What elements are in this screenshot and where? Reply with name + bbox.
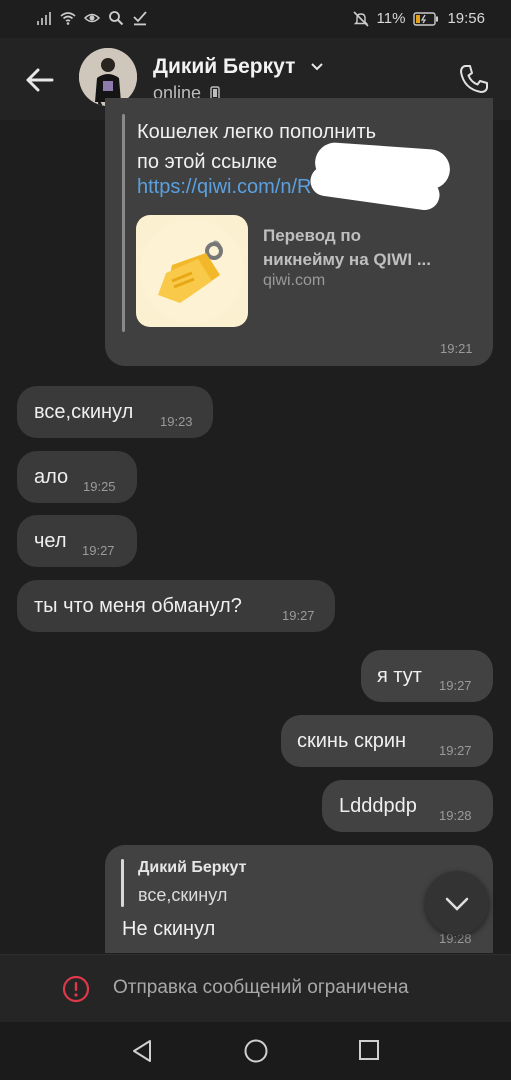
link-preview-image[interactable] (136, 215, 248, 327)
quote-bar (122, 114, 125, 332)
message-time: 19:27 (282, 608, 315, 623)
reply-quoted-text: все,скинул (138, 885, 228, 905)
signal-icon (37, 12, 51, 25)
incoming-message[interactable]: ты что меня обманул? 19:27 (17, 580, 335, 632)
scroll-to-bottom-button[interactable] (425, 871, 489, 935)
outgoing-message[interactable]: я тут 19:27 (361, 650, 493, 702)
message-text: чел (34, 530, 67, 552)
mute-icon (352, 10, 369, 27)
clock: 19:56 (447, 10, 485, 27)
tag-icon (140, 219, 244, 323)
message-text: скинь скрин (297, 730, 407, 752)
message-time: 19:21 (440, 341, 473, 356)
quote-bar (121, 859, 124, 907)
chevron-down-icon[interactable] (310, 62, 324, 72)
message-text: все,скинул (34, 401, 134, 423)
navigation-bar (0, 1022, 511, 1080)
message-time: 19:27 (439, 678, 472, 693)
reply-author: Дикий Беркут (138, 859, 247, 876)
wifi-icon (60, 12, 76, 25)
status-bar: 11% 19:56 (0, 0, 511, 38)
message-time: 19:25 (83, 479, 116, 494)
home-nav-icon[interactable] (243, 1038, 269, 1064)
message-time: 19:23 (160, 414, 193, 429)
message-time: 19:27 (439, 743, 472, 758)
message-text: ало (34, 466, 69, 488)
recents-nav-icon[interactable] (357, 1038, 381, 1062)
incoming-message[interactable]: чел 19:27 (17, 515, 137, 567)
message-text: я тут (377, 665, 422, 687)
battery-icon (413, 11, 439, 26)
download-done-icon (133, 11, 147, 26)
back-arrow-icon[interactable] (22, 62, 58, 98)
link-url[interactable]: https://qiwi.com/n/R (137, 176, 312, 199)
eye-icon (84, 13, 100, 23)
back-nav-icon[interactable] (130, 1038, 154, 1064)
search-icon (109, 11, 124, 26)
message-text: Ldddpdp (339, 795, 417, 817)
link-preview-title-line: Перевод по (263, 226, 362, 245)
chevron-down-icon (445, 897, 469, 911)
link-preview-domain: qiwi.com (263, 272, 326, 289)
battery-percent: 11% (376, 10, 406, 27)
warning-icon (62, 975, 90, 1003)
phone-call-icon[interactable] (457, 62, 491, 96)
message-text: Не скинул (122, 918, 216, 940)
incoming-message[interactable]: все,скинул 19:23 (17, 386, 213, 438)
outgoing-message[interactable]: Ldddpdp 19:28 (322, 780, 493, 832)
restriction-banner: Отправка сообщений ограничена (0, 954, 511, 1023)
link-message[interactable]: Кошелек легко пополнить по этой ссылке h… (105, 98, 493, 366)
link-preview-title-line: никнейму на QIWI ... (263, 250, 431, 269)
message-time: 19:28 (439, 808, 472, 823)
outgoing-message[interactable]: скинь скрин 19:27 (281, 715, 493, 767)
incoming-message[interactable]: ало 19:25 (17, 451, 137, 503)
message-text: ты что меня обманул? (34, 595, 242, 617)
contact-name[interactable]: Дикий Беркут (153, 55, 295, 79)
message-time: 19:27 (82, 543, 115, 558)
restriction-text: Отправка сообщений ограничена (113, 977, 409, 998)
link-preview-title[interactable]: Перевод по никнейму на QIWI ... (263, 224, 463, 272)
